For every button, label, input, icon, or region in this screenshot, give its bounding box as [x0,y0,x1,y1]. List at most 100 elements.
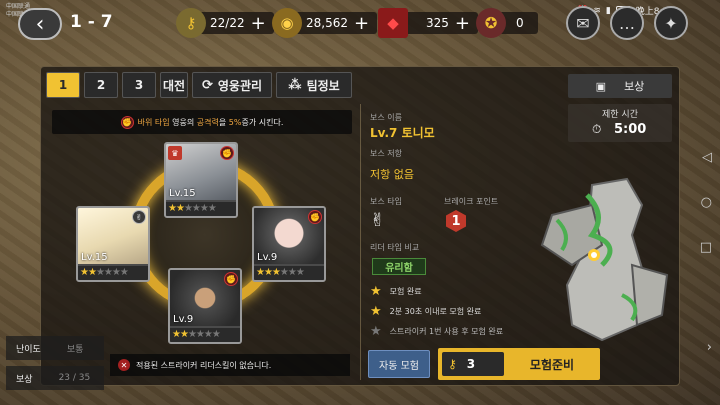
rock-type-icon: ✊ [308,210,322,224]
tab-label: 팀정보 [306,78,340,93]
leader-skill-warning: ✕ 적용된 스트라이커 리더스킬이 없습니다. [110,354,350,376]
menu-button[interactable]: ✦ [654,6,688,40]
add-gold-button[interactable]: + [354,13,369,34]
hero-level: Lv.9 [173,314,194,325]
boss-name-label: 보스 이름 [370,113,402,122]
boss-illustration [540,177,669,342]
boss-resist: 저항 없음 [370,168,414,181]
mail-button[interactable]: ✉ [566,6,600,40]
rock-type-icon: ✊ [120,115,134,129]
tab-team-3[interactable]: 3 [122,72,156,98]
tab-team-info[interactable]: ⁂ 팀정보 [276,72,352,98]
mission-row: ★ 스트라이커 1번 사용 후 모험 완료 [370,324,503,339]
stamina-cost-value: 3 [466,357,476,371]
hero-slot-left[interactable]: ✌ Lv.15 ★★★★★★ [76,206,150,282]
tab-label: 1 [58,78,68,92]
star-icon: ★ [370,324,382,339]
buff-percent: 5% [228,117,242,127]
buff-text-3: 증가 시킨다. [241,117,284,127]
hero-slot-top[interactable]: ♛ ✊ Lv.15 ★★★★★★ [164,142,238,218]
hero-slot-right[interactable]: ✊ Lv.9 ★★★★★★ [252,206,326,282]
hero-level: Lv.15 [81,252,108,263]
nav-recent-icon[interactable]: □ [700,240,712,255]
mail-icon: ✉ [576,13,590,33]
tab-battle[interactable]: 대전 [160,72,188,98]
adventure-ready-button[interactable]: ⚷ 3 모험준비 [438,348,600,380]
reward-progress-label: 보상 [16,374,33,385]
system-nav-bar: ◁ ○ □ › [690,0,720,405]
reward-progress-row: 보상 23 / 35 [6,366,104,390]
scissors-type-icon: ✌ [132,210,146,224]
buff-text-1: 영웅의 [169,117,197,127]
chest-icon: ▣ [595,79,607,93]
advantage-badge: 유리함 [372,258,426,275]
mission-text: 2분 30초 이내로 모험 완료 [389,307,482,316]
tab-team-1[interactable]: 1 [46,72,80,98]
tab-label: 영웅관리 [217,78,263,93]
difficulty-value: 보통 [66,344,84,355]
hero-level: Lv.15 [169,188,196,199]
hero-level: Lv.9 [257,252,278,263]
boss-resist-label: 보스 저항 [370,149,402,158]
boss-type-label: 보스 타입 [370,197,402,206]
close-icon: ✕ [118,359,130,371]
gold-value: 28,562 [306,16,348,30]
key-icon: ⚷ [176,8,206,38]
hero-stars: ★★★★★★ [166,202,236,216]
reward-progress-value: 23 / 35 [58,373,91,383]
buff-text: 바위 타입 영웅의 공격력을 5%증가 시킨다. [138,117,284,128]
add-gem-button[interactable]: + [455,13,470,34]
tab-label: 3 [134,78,144,92]
tab-label: 대전 [162,78,186,93]
panel-divider [360,104,361,380]
scissors-type-icon: ✌ [370,210,386,231]
stage-title: 1 - 7 [70,12,113,32]
nav-home-icon[interactable]: ○ [701,195,712,210]
leader-compare-label: 리더 타입 비교 [370,243,420,252]
add-stamina-button[interactable]: + [251,13,266,34]
clock-icon: ⏱ [592,122,602,136]
gold-coin-icon: ◉ [272,8,302,38]
mission-row: ★ 모험 완료 [370,284,422,299]
reward-label: 보상 [624,80,645,93]
chat-icon: … [619,13,635,33]
boss-name: Lv.7 토니모 [370,126,435,140]
adventure-ready-label: 모험준비 [529,357,575,372]
rock-type-icon: ✊ [220,146,234,160]
ruby-icon: ◆ [378,8,408,38]
key-icon: ⚷ [448,357,457,371]
ticket-value: 0 [516,16,524,30]
mission-text: 모험 완료 [389,287,422,296]
nav-chevron-right-icon[interactable]: › [707,340,712,355]
hero-stars: ★★★★★★ [78,266,148,280]
compass-icon: ✦ [664,13,678,33]
medal-icon: ✪ [476,8,506,38]
star-icon: ★ [370,304,382,319]
time-limit-box: 제한 시간 ⏱ 5:00 [568,104,672,142]
auto-adventure-button[interactable]: 자동 모험 [368,350,430,378]
chat-button[interactable]: … [610,6,644,40]
reward-button[interactable]: ▣ 보상 [568,74,672,98]
stamina-counter: ⚷ 22/22 + [176,8,274,38]
tab-team-2[interactable]: 2 [84,72,118,98]
hero-slot-bottom[interactable]: ✊ Lv.9 ★★★★★★ [168,268,242,344]
time-limit-label: 제한 시간 [602,110,638,120]
stamina-cost: ⚷ 3 [442,352,504,376]
star-icon: ★ [370,284,382,299]
ticket-counter: ✪ 0 [476,8,540,38]
gem-value: 325 [426,16,449,30]
leader-badge-icon: ♛ [168,146,182,160]
signal-icon: ▮ [605,5,611,16]
buff-type: 바위 타입 [137,117,170,127]
buff-stat: 공격력 [196,117,219,127]
break-point-label: 브레이크 포인트 [444,197,499,206]
difficulty-row: 난이도 보통 [6,336,104,360]
hero-stars: ★★★★★★ [170,328,240,342]
mission-row: ★ 2분 30초 이내로 모험 완료 [370,304,481,319]
back-button[interactable]: ‹ [18,8,62,40]
stamina-value: 22/22 [210,16,245,30]
nav-back-icon[interactable]: ◁ [702,150,712,165]
tab-hero-management[interactable]: ⟳ 영웅관리 [192,72,272,98]
mission-text: 스트라이커 1번 사용 후 모험 완료 [389,327,504,336]
team-nodes-icon: ⁂ [288,77,302,93]
